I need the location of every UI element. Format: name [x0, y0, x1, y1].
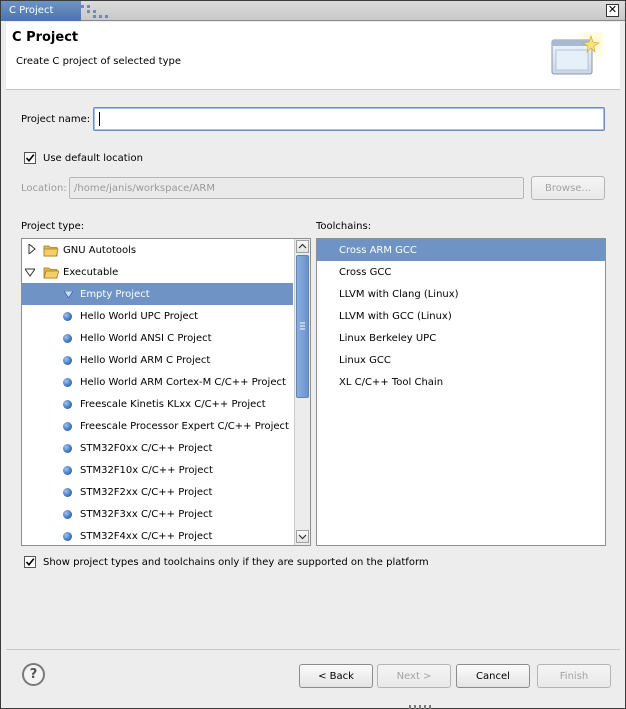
toolchains-label: Toolchains: [316, 221, 372, 232]
tree-item-hello-world-arm-c[interactable]: Hello World ARM C Project [22, 349, 293, 371]
show-supported-only-label[interactable]: Show project types and toolchains only i… [43, 557, 429, 568]
next-button[interactable]: Next > [377, 664, 451, 688]
collapse-arrow-icon [25, 268, 35, 277]
tree-item-stm32f4xx[interactable]: STM32F4xx C/C++ Project [22, 525, 293, 545]
tree-item-gnu-autotools[interactable]: GNU Autotools [22, 239, 293, 261]
tree-item-freescale-kinetis[interactable]: Freescale Kinetis KLxx C/C++ Project [22, 393, 293, 415]
resize-grip-icon[interactable] [407, 704, 433, 709]
project-template-icon [63, 466, 72, 475]
toolchain-item-cross-arm-gcc[interactable]: Cross ARM GCC [317, 239, 605, 261]
tree-item-empty-project[interactable]: Empty Project [22, 283, 293, 305]
scroll-down-icon [298, 534, 307, 540]
scroll-up-icon [298, 243, 307, 249]
toolchain-item-llvm-gcc[interactable]: LLVM with GCC (Linux) [317, 305, 605, 327]
folder-icon [43, 245, 59, 257]
footer-divider [6, 649, 620, 650]
tree-item-stm32f3xx[interactable]: STM32F3xx C/C++ Project [22, 503, 293, 525]
back-button[interactable]: < Back [299, 664, 373, 688]
show-supported-only-checkbox[interactable] [24, 556, 36, 568]
text-caret [99, 112, 100, 126]
close-icon: ✕ [607, 3, 618, 16]
project-template-icon [63, 312, 72, 321]
title-bar[interactable]: C Project ✕ [1, 1, 625, 21]
tree-item-hello-world-arm-cortex-m[interactable]: Hello World ARM Cortex-M C/C++ Project [22, 371, 293, 393]
browse-button[interactable]: Browse... [531, 176, 605, 200]
use-default-location-checkbox[interactable] [24, 152, 36, 164]
folder-open-icon [43, 267, 59, 279]
project-template-icon [63, 532, 72, 541]
project-template-icon [64, 291, 73, 298]
tree-item-stm32f0xx[interactable]: STM32F0xx C/C++ Project [22, 437, 293, 459]
project-name-label: Project name: [21, 114, 91, 125]
help-button[interactable]: ? [22, 663, 45, 686]
location-label: Location: [21, 183, 67, 194]
scroll-down-button[interactable] [296, 530, 309, 543]
tree-item-executable[interactable]: Executable [22, 261, 293, 283]
tree-item-stm32f10x[interactable]: STM32F10x C/C++ Project [22, 459, 293, 481]
project-template-icon [63, 444, 72, 453]
window-title: C Project [1, 1, 81, 21]
page-description: Create C project of selected type [16, 56, 181, 67]
toolchain-item-linux-berkeley-upc[interactable]: Linux Berkeley UPC [317, 327, 605, 349]
title-bar-grip-icon [81, 5, 108, 18]
project-template-icon [63, 510, 72, 519]
checkmark-icon [25, 154, 35, 163]
project-template-icon [63, 356, 72, 365]
checkmark-icon [25, 558, 35, 567]
use-default-location-label[interactable]: Use default location [43, 153, 143, 164]
toolchain-item-linux-gcc[interactable]: Linux GCC [317, 349, 605, 371]
finish-button[interactable]: Finish [537, 664, 611, 688]
wizard-banner-icon [549, 32, 603, 82]
toolchain-item-xl-cpp[interactable]: XL C/C++ Tool Chain [317, 371, 605, 393]
c-project-dialog: C Project ✕ C Project Create C project o… [0, 0, 626, 709]
grip-lines-icon [300, 322, 305, 330]
tree-item-freescale-processor-expert[interactable]: Freescale Processor Expert C/C++ Project [22, 415, 293, 437]
project-type-scrollbar[interactable] [294, 239, 310, 545]
page-title: C Project [12, 30, 79, 45]
close-button[interactable]: ✕ [606, 4, 619, 17]
project-type-tree[interactable]: GNU Autotools Executable Empty Project H… [21, 238, 311, 546]
wizard-header: C Project Create C project of selected t… [6, 22, 620, 90]
project-template-icon [63, 422, 72, 431]
toolchains-list[interactable]: Cross ARM GCC Cross GCC LLVM with Clang … [316, 238, 606, 546]
project-template-icon [63, 378, 72, 387]
tree-item-hello-world-ansi-c[interactable]: Hello World ANSI C Project [22, 327, 293, 349]
expand-arrow-icon [28, 244, 36, 254]
tree-item-stm32f2xx[interactable]: STM32F2xx C/C++ Project [22, 481, 293, 503]
project-template-icon [63, 334, 72, 343]
project-type-label: Project type: [21, 221, 85, 232]
location-field: /home/janis/workspace/ARM [69, 177, 524, 199]
toolchain-item-llvm-clang[interactable]: LLVM with Clang (Linux) [317, 283, 605, 305]
scroll-up-button[interactable] [296, 240, 309, 253]
project-name-input[interactable] [93, 107, 605, 131]
tree-item-hello-world-upc[interactable]: Hello World UPC Project [22, 305, 293, 327]
help-icon: ? [29, 667, 38, 682]
project-template-icon [63, 400, 72, 409]
project-template-icon [63, 488, 72, 497]
cancel-button[interactable]: Cancel [456, 664, 530, 688]
scroll-thumb[interactable] [296, 255, 309, 398]
toolchain-item-cross-gcc[interactable]: Cross GCC [317, 261, 605, 283]
